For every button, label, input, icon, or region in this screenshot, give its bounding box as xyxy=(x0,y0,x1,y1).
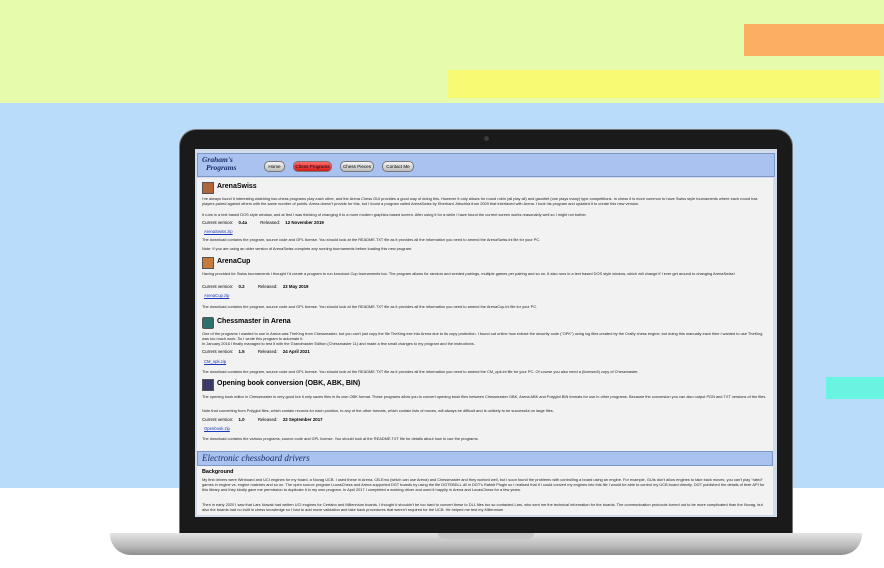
released-value: 22 September 2017 xyxy=(282,417,323,422)
webcam-icon xyxy=(484,136,489,141)
version-value: 0.4a xyxy=(238,220,248,225)
arenacup-version-row: Current version: 0.2 Released: 22 May 20… xyxy=(202,284,308,289)
nav-home-button[interactable]: Home xyxy=(264,161,285,172)
released-value: 22 May 2019 xyxy=(282,284,309,289)
nav-chess-pieces-button[interactable]: Chess Pieces xyxy=(340,161,374,172)
background-teal-block xyxy=(826,377,884,399)
chessmaster-icon xyxy=(202,317,214,329)
arenaswiss-download-text: The download contains the program, sourc… xyxy=(202,237,541,242)
version-label: Current version: xyxy=(202,349,234,354)
arenaswiss-icon xyxy=(202,182,214,194)
arenacup-description: Having provided for Swiss tournaments I … xyxy=(202,271,735,276)
opening-book-zip-link[interactable]: Openbook.zip xyxy=(204,426,230,431)
version-value: 0.2 xyxy=(238,284,245,289)
opening-book-icon xyxy=(202,379,214,391)
opening-book-description: The opening book editor in Chessmaster i… xyxy=(202,394,767,399)
arenaswiss-version-row: Current version: 0.4a Released: 12 Novem… xyxy=(202,220,324,225)
version-label: Current version: xyxy=(202,284,234,289)
released-label: Released: xyxy=(260,220,281,225)
drivers-background-text-2: Then in early 2020 I saw that Lars Nowak… xyxy=(202,502,763,513)
laptop-base-notch xyxy=(438,533,534,539)
version-label: Current version: xyxy=(202,220,234,225)
drivers-banner-title: Electronic chessboard drivers xyxy=(202,453,310,463)
arenaswiss-description-2: It runs in a text based DOS style window… xyxy=(202,212,587,217)
version-value: 1.5 xyxy=(238,349,245,354)
opening-book-description-2: Note that converting from Polyglot files… xyxy=(202,408,554,413)
chessmaster-download-text: The download contains the program, sourc… xyxy=(202,369,639,374)
arenaswiss-note: Note: If you are using an older version … xyxy=(202,246,413,251)
background-yellow-block xyxy=(448,70,880,98)
arenacup-icon xyxy=(202,257,214,269)
version-label: Current version: xyxy=(202,417,234,422)
drivers-background-heading: Background xyxy=(202,469,234,475)
section-title-arenaswiss: ArenaSwiss xyxy=(217,183,257,190)
released-label: Released: xyxy=(257,417,278,422)
chessmaster-zip-link[interactable]: CM_opk.zip xyxy=(204,359,226,364)
arenacup-zip-link[interactable]: ArenaCup.zip xyxy=(204,293,229,298)
logo-line-2: Programs xyxy=(206,163,237,172)
section-title-opening-book: Opening book conversion (OBK, ABK, BIN) xyxy=(217,380,361,387)
arenaswiss-description: I've always found it interesting watchin… xyxy=(202,196,758,207)
chessmaster-description: One of the programs I wanted to use in A… xyxy=(202,331,763,342)
released-value: 12 November 2019 xyxy=(285,220,324,225)
released-label: Released: xyxy=(257,284,278,289)
released-value: 24 April 2021 xyxy=(282,349,310,354)
chessmaster-description-2: In January 2016 I finally managed to tes… xyxy=(202,341,475,346)
nav-chess-programs-button[interactable]: Chess Programs xyxy=(293,161,332,172)
drivers-background-text: My first drivers were Winboard and UCI e… xyxy=(202,477,765,493)
version-value: 1.0 xyxy=(238,417,245,422)
opening-book-download-text: The download contains the various progra… xyxy=(202,436,479,441)
laptop-screen: Graham's Programs Home Chess Programs Ch… xyxy=(195,149,777,517)
section-title-arenacup: ArenaCup xyxy=(217,258,251,265)
nav-contact-me-button[interactable]: Contact Me xyxy=(382,161,414,172)
section-title-chessmaster: Chessmaster in Arena xyxy=(217,318,291,325)
site-header: Graham's Programs Home Chess Programs Ch… xyxy=(197,153,775,177)
opening-book-version-row: Current version: 1.0 Released: 22 Septem… xyxy=(202,417,323,422)
site-logo[interactable]: Graham's Programs xyxy=(202,156,250,172)
arenacup-download-text: The download contains the program, sourc… xyxy=(202,304,538,309)
chessmaster-version-row: Current version: 1.5 Released: 24 April … xyxy=(202,349,310,354)
main-content: ArenaSwiss I've always found it interest… xyxy=(197,178,773,515)
arenaswiss-zip-link[interactable]: ArenaSwiss.zip xyxy=(204,229,233,234)
drivers-banner: Electronic chessboard drivers xyxy=(197,451,773,466)
background-orange-block xyxy=(744,24,884,56)
released-label: Released: xyxy=(257,349,278,354)
